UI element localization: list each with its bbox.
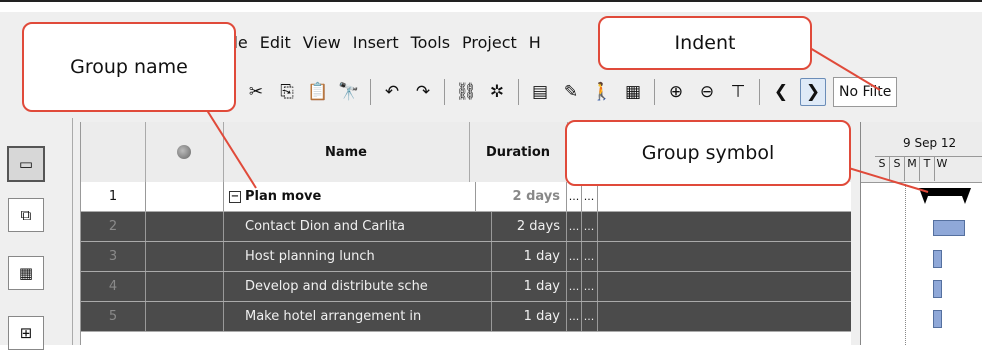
indent-callout: Indent (598, 16, 812, 70)
group-symbol-callout: Group symbol (565, 120, 851, 186)
group-name-callout: Group name (22, 22, 236, 112)
